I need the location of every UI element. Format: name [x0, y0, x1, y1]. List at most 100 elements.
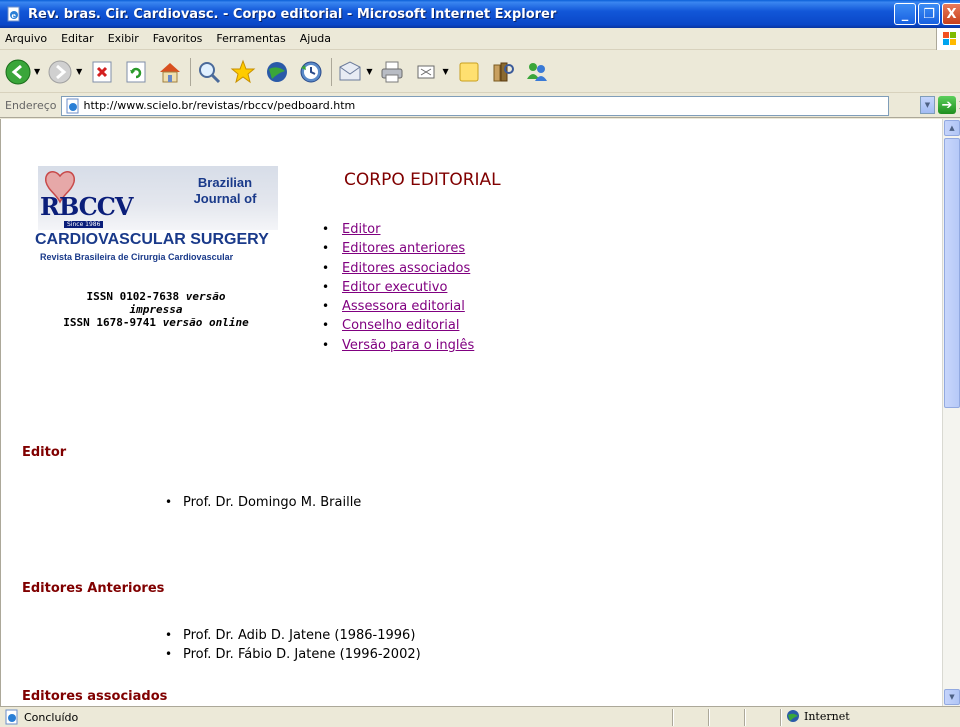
- address-url: http://www.scielo.br/revistas/rbccv/pedb…: [83, 99, 356, 112]
- stop-icon[interactable]: [88, 58, 116, 86]
- toc-item: Versão para o inglês: [322, 336, 474, 355]
- issn-print-label: versão: [185, 290, 226, 303]
- window-controls: _ ❐ X: [894, 3, 960, 25]
- logo-line3: CARDIOVASCULAR SURGERY: [35, 231, 269, 248]
- menu-ajuda[interactable]: Ajuda: [293, 32, 338, 45]
- go-arrow-icon: ➔: [938, 96, 956, 114]
- logo-mark-text: RBCCV: [40, 192, 133, 221]
- back-icon[interactable]: [4, 58, 32, 86]
- logo-since: Since 1986: [64, 221, 104, 228]
- anteriores-list: Prof. Dr. Adib D. Jatene (1986-1996) Pro…: [165, 626, 421, 664]
- toc-item: Editores anteriores: [322, 239, 474, 258]
- page-title: CORPO EDITORIAL: [344, 170, 501, 190]
- messenger-icon[interactable]: [523, 58, 551, 86]
- logo-line1: Brazilian: [197, 175, 253, 190]
- logo-line4: Revista Brasileira de Cirurgia Cardiovas…: [40, 252, 234, 262]
- address-label: Endereço: [5, 99, 57, 112]
- address-bar: Endereço http://www.scielo.br/revistas/r…: [0, 94, 960, 118]
- toc-link-assessora-editorial[interactable]: Assessora editorial: [342, 299, 465, 314]
- globe-icon: [787, 710, 799, 722]
- list-item: Prof. Dr. Domingo M. Braille: [165, 493, 361, 512]
- status-bar: Concluído Internet: [0, 706, 960, 727]
- toc-link-editores-anteriores[interactable]: Editores anteriores: [342, 241, 465, 256]
- issn-online: ISSN 1678-9741 versão online: [21, 316, 291, 329]
- toc-link-versao-ingles[interactable]: Versão para o inglês: [342, 338, 474, 353]
- page-content: RBCCV Since 1986 Brazilian Journal of CA…: [0, 119, 942, 706]
- logo-line2: Journal of: [193, 191, 257, 206]
- windows-logo-icon: [936, 28, 960, 50]
- section-heading-anteriores: Editores Anteriores: [22, 581, 165, 596]
- status-cell: [672, 709, 674, 726]
- edit-dropdown-icon[interactable]: ▼: [442, 67, 448, 76]
- list-item: Prof. Dr. Fábio D. Jatene (1996-2002): [165, 645, 421, 664]
- toc-link-editor[interactable]: Editor: [342, 222, 380, 237]
- toc-item: Conselho editorial: [322, 316, 474, 335]
- status-page-icon: [5, 709, 18, 725]
- mail-icon[interactable]: [336, 58, 364, 86]
- menu-favoritos[interactable]: Favoritos: [146, 32, 210, 45]
- logo-mark: RBCCV: [40, 192, 133, 221]
- issn-print: ISSN 0102-7638 versão: [21, 290, 291, 303]
- forward-icon[interactable]: [46, 58, 74, 86]
- scroll-down-icon[interactable]: ▼: [944, 689, 960, 705]
- forward-dropdown-icon[interactable]: ▼: [76, 67, 82, 76]
- status-text: Concluído: [24, 710, 79, 724]
- page-icon: [66, 98, 78, 113]
- issn-block: ISSN 0102-7638 versão impressa ISSN 1678…: [21, 290, 291, 329]
- status-cell: [744, 709, 746, 726]
- journal-logo: RBCCV Since 1986 Brazilian Journal of CA…: [35, 166, 278, 266]
- toc-item: Editor: [322, 220, 474, 239]
- go-button[interactable]: ➔ Ir: [938, 96, 960, 114]
- status-cell: [708, 709, 710, 726]
- issn-print-label2: impressa: [129, 303, 183, 316]
- vertical-scrollbar[interactable]: ▲ ▼: [942, 119, 960, 706]
- menu-arquivo[interactable]: Arquivo: [0, 32, 54, 45]
- issn-print-number: ISSN 0102-7638: [86, 290, 180, 303]
- refresh-icon[interactable]: [122, 58, 150, 86]
- discuss-icon[interactable]: [455, 58, 483, 86]
- menu-exibir[interactable]: Exibir: [101, 32, 146, 45]
- section-heading-editor: Editor: [22, 445, 67, 460]
- logo-journal-name: Brazilian Journal of: [175, 175, 275, 207]
- toc-item: Editores associados: [322, 259, 474, 278]
- toc-list: Editor Editores anteriores Editores asso…: [322, 220, 474, 355]
- research-icon[interactable]: [489, 58, 517, 86]
- search-icon[interactable]: [195, 58, 223, 86]
- svg-text:e: e: [12, 11, 17, 20]
- address-input[interactable]: http://www.scielo.br/revistas/rbccv/pedb…: [60, 95, 889, 116]
- issn-print-line2: impressa: [21, 303, 291, 316]
- scroll-up-icon[interactable]: ▲: [944, 120, 960, 136]
- toolbar-separator: [331, 57, 333, 86]
- security-zone: Internet: [786, 709, 850, 723]
- mail-dropdown-icon[interactable]: ▼: [366, 67, 372, 76]
- favorites-icon[interactable]: [229, 58, 257, 86]
- address-dropdown-icon[interactable]: ▼: [920, 96, 935, 114]
- menu-editar[interactable]: Editar: [54, 32, 101, 45]
- issn-online-label: versão online: [162, 316, 249, 329]
- maximize-button[interactable]: ❐: [918, 3, 940, 25]
- history-icon[interactable]: [297, 58, 325, 86]
- menu-ferramentas[interactable]: Ferramentas: [209, 32, 292, 45]
- toc-link-editor-executivo[interactable]: Editor executivo: [342, 280, 447, 295]
- ie-page-icon: e: [7, 6, 20, 22]
- toolbar: ▼ ▼ ▼ ▼: [0, 51, 960, 93]
- title-bar[interactable]: e Rev. bras. Cir. Cardiovasc. - Corpo ed…: [0, 0, 960, 28]
- scroll-thumb[interactable]: [944, 138, 960, 408]
- home-icon[interactable]: [156, 58, 184, 86]
- status-cell: [780, 709, 782, 726]
- edit-icon[interactable]: [412, 58, 440, 86]
- editor-list: Prof. Dr. Domingo M. Braille: [165, 493, 361, 512]
- minimize-button[interactable]: _: [894, 3, 916, 25]
- media-icon[interactable]: [263, 58, 291, 86]
- toc-item: Editor executivo: [322, 278, 474, 297]
- back-dropdown-icon[interactable]: ▼: [34, 67, 40, 76]
- window-title: Rev. bras. Cir. Cardiovasc. - Corpo edit…: [28, 6, 557, 22]
- zone-text: Internet: [804, 709, 850, 723]
- print-icon[interactable]: [378, 58, 406, 86]
- toolbar-separator: [190, 57, 192, 86]
- toc-link-editores-associados[interactable]: Editores associados: [342, 261, 470, 276]
- close-button[interactable]: X: [942, 3, 960, 25]
- toc-link-conselho-editorial[interactable]: Conselho editorial: [342, 318, 459, 333]
- issn-online-number: ISSN 1678-9741: [63, 316, 156, 329]
- toc-item: Assessora editorial: [322, 297, 474, 316]
